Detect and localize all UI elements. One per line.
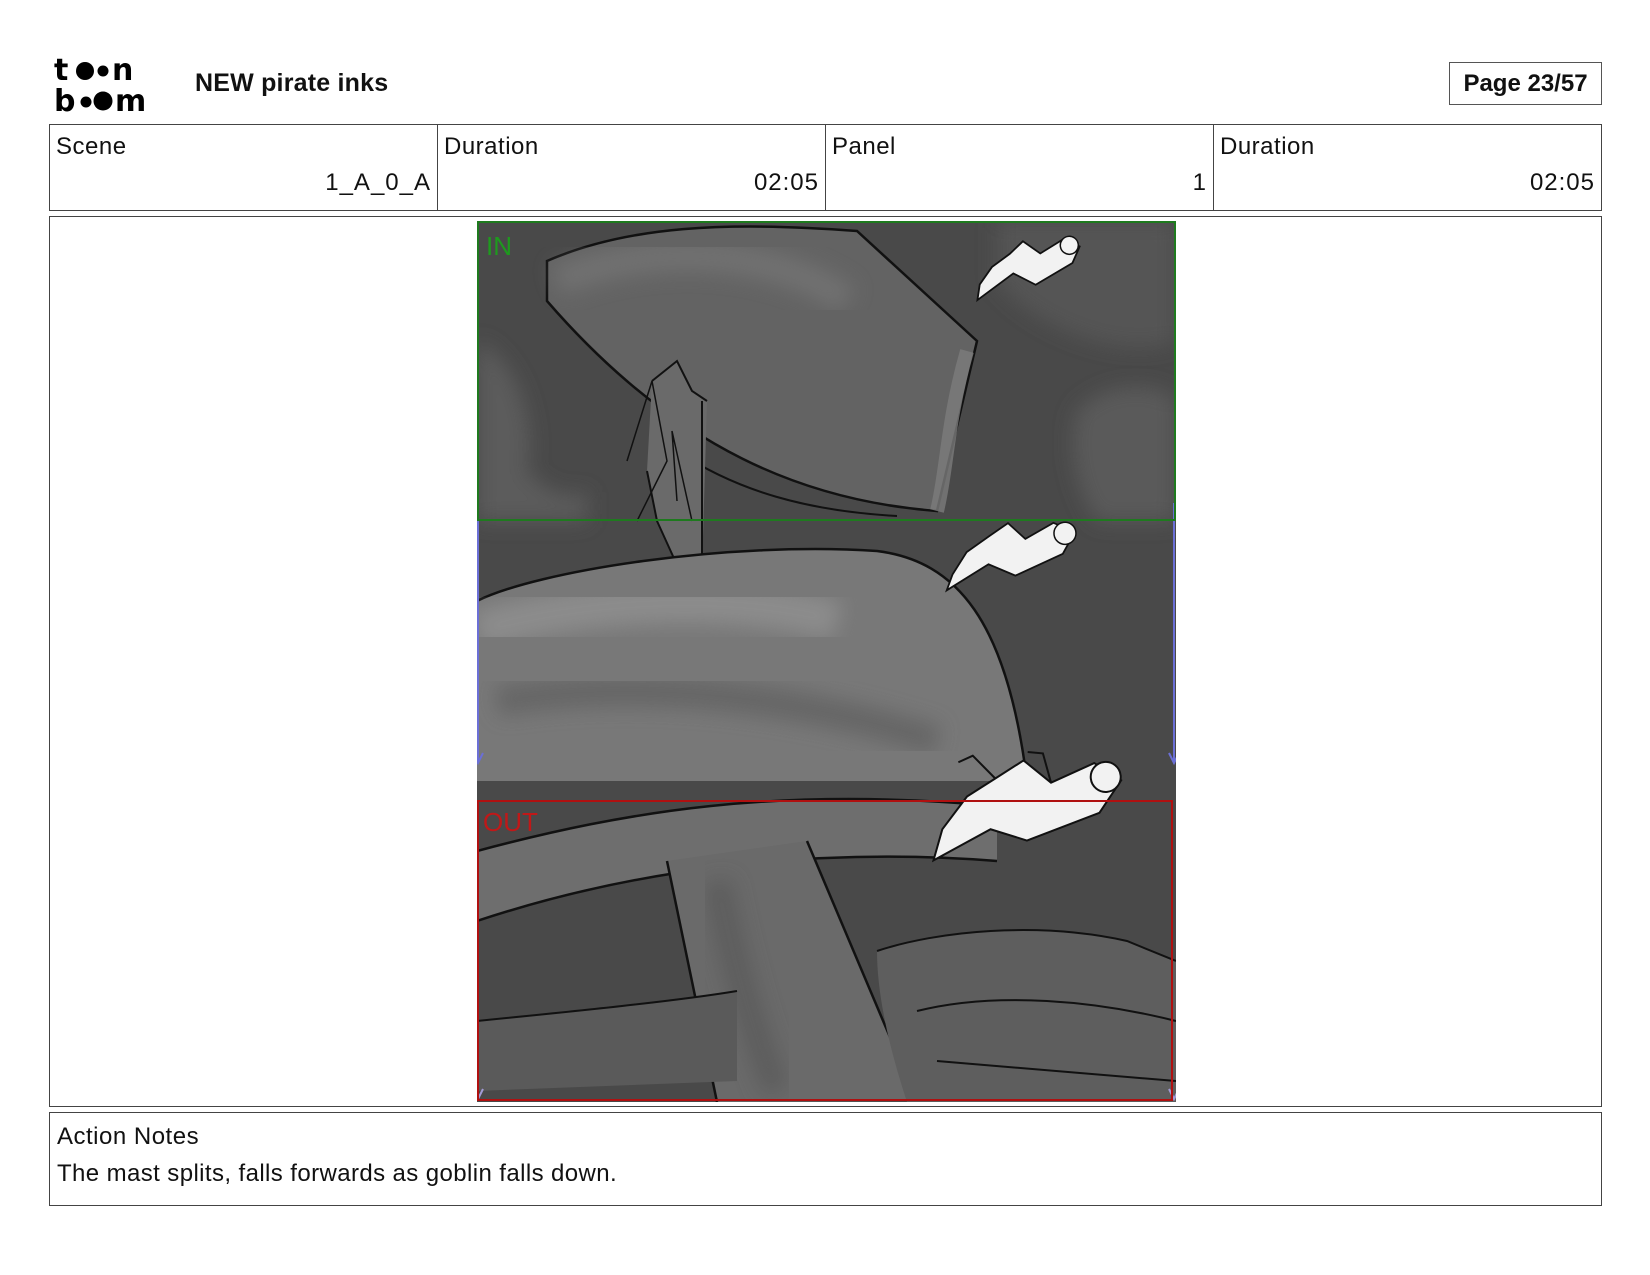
in-frame-label: IN [486, 231, 512, 261]
toon-boom-logo-icon: t n b m [54, 54, 146, 116]
panel-cell: Panel 1 [826, 125, 1214, 210]
action-notes-label: Action Notes [57, 1123, 200, 1150]
scene-cell: Scene 1_A_0_A [50, 125, 438, 210]
action-notes-box: Action Notes The mast splits, falls forw… [49, 1112, 1602, 1206]
panel-duration-cell: Duration 02:05 [1214, 125, 1601, 210]
panel-value: 1 [1192, 169, 1207, 196]
svg-text:t: t [54, 54, 68, 88]
project-title: NEW pirate inks [195, 69, 389, 97]
scene-info-row: Scene 1_A_0_A Duration 02:05 Panel 1 Dur… [49, 124, 1602, 211]
svg-text:b: b [54, 84, 75, 116]
panel-duration-value: 02:05 [1529, 169, 1595, 196]
scene-duration-cell: Duration 02:05 [438, 125, 826, 210]
page-number: Page 23/57 [1449, 62, 1602, 105]
scene-label: Scene [56, 133, 127, 160]
panel-duration-label: Duration [1220, 133, 1315, 160]
action-notes-text: The mast splits, falls forwards as gobli… [57, 1160, 618, 1187]
scene-value: 1_A_0_A [325, 169, 431, 196]
scene-duration-value: 02:05 [753, 169, 819, 196]
scene-duration-label: Duration [444, 133, 539, 160]
storyboard-panel-image: IN OUT [477, 221, 1176, 1102]
panel-label: Panel [832, 133, 896, 160]
out-frame-label: OUT [483, 807, 538, 837]
middle-sail [477, 549, 1027, 781]
cloud-shape [1073, 387, 1176, 521]
svg-text:n: n [112, 54, 133, 88]
svg-text:m: m [115, 84, 146, 116]
